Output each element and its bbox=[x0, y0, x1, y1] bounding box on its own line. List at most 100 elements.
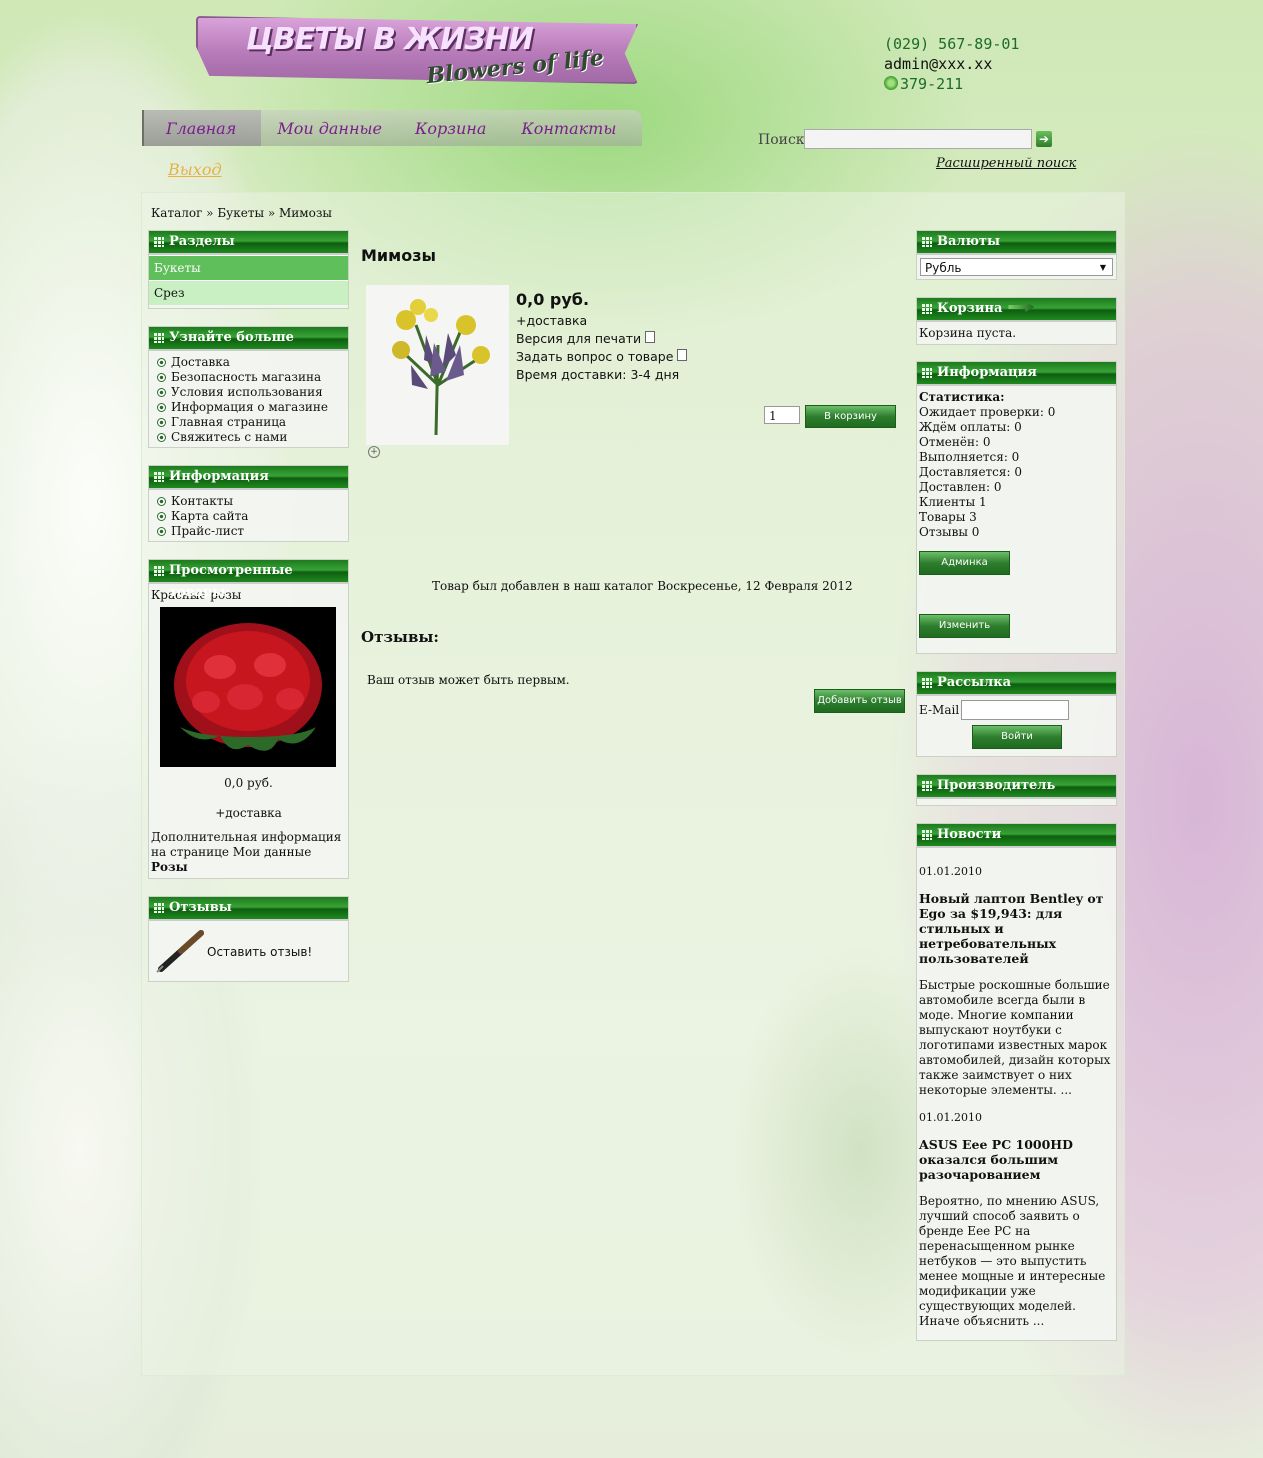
grid-icon bbox=[922, 368, 932, 378]
currency-box: Валюты Рубль ▼ bbox=[916, 230, 1117, 280]
edit-button[interactable]: Изменить bbox=[919, 614, 1010, 638]
arrow-right-icon: ➔ bbox=[1038, 132, 1050, 146]
pen-icon bbox=[156, 930, 204, 973]
search-go-button[interactable]: ➔ bbox=[1036, 131, 1052, 147]
add-review-button[interactable]: Добавить отзыв bbox=[814, 689, 905, 713]
date-added: Товар был добавлен в наш каталог Воскрес… bbox=[432, 579, 853, 593]
product-title: Мимозы bbox=[361, 246, 436, 265]
grid-icon bbox=[922, 678, 932, 688]
currency-title: Валюты bbox=[937, 234, 1000, 249]
contact-email[interactable]: admin@xxx.xx bbox=[884, 54, 1019, 74]
admin-button[interactable]: Админка bbox=[919, 551, 1010, 575]
newsletter-box: Рассылка E-Mail Войти bbox=[916, 671, 1117, 757]
sections-title: Разделы bbox=[169, 234, 235, 249]
ask-question-link[interactable]: Задать вопрос о товаре bbox=[516, 349, 673, 364]
contacts: (029) 567-89-01 admin@xxx.xx 379-211 bbox=[884, 34, 1019, 94]
grid-icon bbox=[922, 237, 932, 247]
stat-awaiting-payment: Ждём оплаты: 0 bbox=[919, 420, 1022, 434]
info-item-contacts[interactable]: Контакты bbox=[157, 494, 342, 509]
currency-select[interactable]: Рубль ▼ bbox=[920, 258, 1113, 276]
email-label: E-Mail bbox=[919, 703, 960, 717]
nav-cart[interactable]: Корзина bbox=[398, 110, 502, 146]
learn-item-security[interactable]: Безопасность магазина bbox=[157, 370, 342, 385]
grid-icon bbox=[154, 472, 164, 482]
advanced-search-link[interactable]: Расширенный поиск bbox=[936, 156, 1076, 171]
viewed-product-note: Дополнительная информация на странице Мо… bbox=[151, 830, 342, 859]
learn-more-box: Узнайте больше Доставка Безопасность маг… bbox=[148, 326, 349, 448]
red-roses-image[interactable] bbox=[160, 607, 336, 767]
learn-item-terms[interactable]: Условия использования bbox=[157, 385, 342, 400]
news-excerpt: Быстрые роскошные большие автомобиле все… bbox=[919, 978, 1111, 1097]
learn-more-title: Узнайте больше bbox=[169, 330, 294, 345]
logout-link[interactable]: Выход bbox=[168, 160, 222, 179]
reviews-title: Отзывы: bbox=[361, 628, 439, 646]
info-item-sitemap[interactable]: Карта сайта bbox=[157, 509, 342, 524]
nav-contacts[interactable]: Контакты bbox=[502, 110, 632, 146]
viewed-product-category[interactable]: Розы bbox=[151, 860, 188, 874]
stat-cancelled: Отменён: 0 bbox=[919, 435, 991, 449]
currency-value: Рубль bbox=[925, 261, 962, 275]
product-info: +доставка Версия для печати Задать вопро… bbox=[516, 312, 688, 384]
grid-icon bbox=[922, 830, 932, 840]
question-icon[interactable] bbox=[677, 349, 688, 361]
stat-shipping: Доставляется: 0 bbox=[919, 465, 1022, 479]
quantity-input[interactable]: 1 bbox=[764, 406, 800, 424]
grid-icon bbox=[922, 304, 932, 314]
manufacturer-box: Производитель bbox=[916, 774, 1117, 806]
leave-review-link[interactable]: Оставить отзыв! bbox=[207, 945, 312, 959]
no-reviews-text: Ваш отзыв может быть первым. bbox=[367, 673, 570, 687]
learn-item-contact[interactable]: Свяжитесь с нами bbox=[157, 430, 342, 445]
stats-box-title: Информация bbox=[937, 365, 1037, 380]
newsletter-email-input[interactable] bbox=[961, 700, 1069, 720]
print-icon[interactable] bbox=[645, 331, 656, 343]
search-input[interactable] bbox=[804, 129, 1032, 149]
reviews-box: Отзывы Оставить отзыв! bbox=[148, 896, 349, 982]
zoom-icon[interactable]: + bbox=[368, 446, 380, 458]
news-title: Новости bbox=[937, 827, 1002, 842]
news-headline[interactable]: ASUS Eee PC 1000HD оказался большим разо… bbox=[919, 1137, 1114, 1182]
contact-phone: (029) 567-89-01 bbox=[884, 35, 1020, 53]
nav-my-data[interactable]: Мои данные bbox=[261, 110, 398, 146]
learn-item-home[interactable]: Главная страница bbox=[157, 415, 342, 430]
section-item-cut[interactable]: Срез bbox=[149, 280, 348, 305]
cart-empty-text: Корзина пуста. bbox=[919, 326, 1017, 340]
stat-reviews: Отзывы 0 bbox=[919, 525, 980, 539]
reviews-box-title: Отзывы bbox=[169, 900, 232, 915]
sections-box: Разделы Букеты Срез bbox=[148, 230, 349, 309]
news-box: Новости 01.01.2010 Новый лаптоп Bentley … bbox=[916, 823, 1117, 1341]
learn-item-about[interactable]: Информация о магазине bbox=[157, 400, 342, 415]
site-logo[interactable]: ЦВЕТЫ В ЖИЗНИ Blowers of life bbox=[196, 12, 638, 89]
info-item-pricelist[interactable]: Прайс-лист bbox=[157, 524, 342, 539]
login-button[interactable]: Войти bbox=[972, 725, 1062, 749]
main-nav: Главная Мои данные Корзина Контакты bbox=[142, 110, 642, 146]
mimosa-image[interactable] bbox=[366, 285, 509, 445]
stat-delivered: Доставлен: 0 bbox=[919, 480, 1002, 494]
product-price: 0,0 руб. bbox=[516, 290, 590, 309]
grid-icon bbox=[154, 237, 164, 247]
delivery-time: Время доставки: 3-4 дня bbox=[516, 367, 680, 382]
search-label: Поиск bbox=[758, 132, 805, 148]
grid-icon bbox=[154, 566, 164, 576]
viewed-products-box: Просмотренные товары: Красные розы 0,0 р… bbox=[148, 559, 349, 879]
icq-icon bbox=[884, 76, 898, 90]
manufacturer-title: Производитель bbox=[937, 778, 1056, 793]
cart-title[interactable]: Корзина bbox=[937, 301, 1002, 316]
arrow-right-icon[interactable] bbox=[1008, 302, 1035, 312]
grid-icon bbox=[922, 781, 932, 791]
news-headline[interactable]: Новый лаптоп Bentley от Ego за $19,943: … bbox=[919, 891, 1114, 966]
info-links-title: Информация bbox=[169, 469, 269, 484]
breadcrumb[interactable]: Каталог » Букеты » Мимозы bbox=[151, 206, 332, 220]
nav-home[interactable]: Главная bbox=[142, 110, 262, 146]
grid-icon bbox=[154, 903, 164, 913]
stat-awaiting-check: Ожидает проверки: 0 bbox=[919, 405, 1056, 419]
section-item-bouquets[interactable]: Букеты bbox=[149, 255, 348, 280]
viewed-product-delivery: +доставка bbox=[215, 806, 282, 820]
news-excerpt: Вероятно, по мнению ASUS, лучший способ … bbox=[919, 1194, 1106, 1328]
viewed-product-price: 0,0 руб. bbox=[224, 776, 273, 790]
print-version-link[interactable]: Версия для печати bbox=[516, 331, 641, 346]
add-to-cart-button[interactable]: В корзину bbox=[805, 405, 896, 428]
grid-icon bbox=[154, 333, 164, 343]
product-delivery: +доставка bbox=[516, 313, 588, 328]
info-links-box: Информация Контакты Карта сайта Прайс-ли… bbox=[148, 465, 349, 542]
learn-item-delivery[interactable]: Доставка bbox=[157, 355, 342, 370]
